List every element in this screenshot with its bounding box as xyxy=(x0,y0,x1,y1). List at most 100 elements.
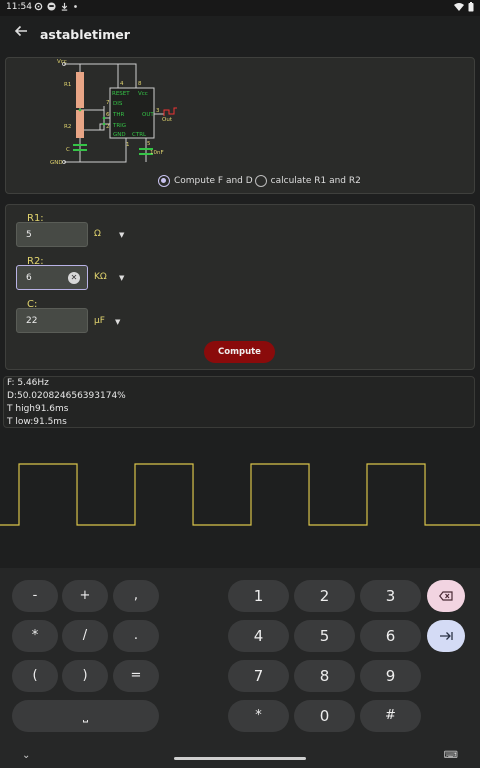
r1-unit-dropdown[interactable]: ▼ xyxy=(119,231,124,239)
key-5[interactable]: 5 xyxy=(294,620,355,652)
tab-key[interactable] xyxy=(427,620,465,652)
app-bar: astabletimer xyxy=(0,16,480,54)
back-arrow-icon[interactable] xyxy=(14,24,28,38)
tab-icon xyxy=(440,632,453,640)
square-waveform xyxy=(0,463,480,526)
pin-gnd-label: GND xyxy=(113,132,126,138)
radio-compute-f-d-label[interactable]: Compute F and D xyxy=(174,176,253,186)
c-field[interactable]: C: 22 xyxy=(16,299,88,333)
key-3[interactable]: 3 xyxy=(360,580,421,612)
key-space[interactable]: ⎵ xyxy=(12,700,159,732)
pin-out-label: OUT xyxy=(142,112,154,118)
status-left-icons xyxy=(34,2,78,11)
radio-calculate-r1-r2-label[interactable]: calculate R1 and R2 xyxy=(271,176,361,186)
radio-calculate-r1-r2[interactable] xyxy=(254,175,267,187)
r1-resistor xyxy=(76,72,84,108)
circuit-card: Vcc R1 R2 C GND 4 8 7 6 2 3 1 5 Out 10nF… xyxy=(5,57,475,194)
pin8-label: 8 xyxy=(138,81,142,87)
r1-field-label: R1: xyxy=(27,213,44,224)
c-unit: µF xyxy=(94,316,105,326)
pin5-label: 5 xyxy=(147,141,151,147)
c-label: C xyxy=(66,147,70,153)
battery-icon xyxy=(468,2,474,12)
results-card: F: 5.46Hz D:50.020824656393174% T high91… xyxy=(3,376,475,428)
r2-unit-dropdown[interactable]: ▼ xyxy=(119,274,124,282)
out-label: Out xyxy=(162,117,173,123)
keyboard: - + , * / . ( ) = ⎵ 1 2 3 4 5 6 7 8 9 * … xyxy=(0,568,480,768)
key-star[interactable]: * xyxy=(228,700,289,732)
app-root: 11:54 astabletimer Vcc R1 R2 C GND 4 8 7… xyxy=(0,0,480,768)
gnd-label: GND xyxy=(50,160,63,166)
pin-ctrl-label: CTRL xyxy=(132,132,147,138)
backspace-icon xyxy=(439,591,453,601)
result-duty-cycle: D:50.020824656393174% xyxy=(7,391,126,401)
key-0[interactable]: 0 xyxy=(294,700,355,732)
compute-button[interactable]: Compute xyxy=(204,341,275,363)
gear-icon xyxy=(34,2,43,11)
key-open-paren[interactable]: ( xyxy=(12,660,58,692)
result-t-low: T low:91.5ms xyxy=(7,417,67,427)
r1-unit: Ω xyxy=(94,229,101,239)
key-6[interactable]: 6 xyxy=(360,620,421,652)
key-plus[interactable]: + xyxy=(62,580,108,612)
key-multiply[interactable]: * xyxy=(12,620,58,652)
pin-reset-label: RESET xyxy=(112,91,130,97)
cap-value-label: 10nF xyxy=(150,150,164,156)
key-close-paren[interactable]: ) xyxy=(62,660,108,692)
keyboard-nav-bar: ⌄ ⌨ xyxy=(0,750,480,768)
pin2-label: 2 xyxy=(106,124,110,130)
key-7[interactable]: 7 xyxy=(228,660,289,692)
backspace-key[interactable] xyxy=(427,580,465,612)
status-time: 11:54 xyxy=(6,2,32,12)
key-equals[interactable]: = xyxy=(113,660,159,692)
key-hash[interactable]: # xyxy=(360,700,421,732)
circuit-diagram: Vcc R1 R2 C GND 4 8 7 6 2 3 1 5 Out 10nF… xyxy=(50,59,177,166)
r2-resistor xyxy=(76,110,84,138)
r2-field[interactable]: R2: 6 ✕ xyxy=(16,256,88,290)
key-comma[interactable]: , xyxy=(113,580,159,612)
radio-compute-f-d[interactable] xyxy=(158,175,170,187)
clear-icon[interactable]: ✕ xyxy=(68,272,80,284)
key-1[interactable]: 1 xyxy=(228,580,289,612)
pin6-label: 6 xyxy=(106,112,110,118)
status-bar: 11:54 xyxy=(0,0,480,16)
gesture-bar xyxy=(174,757,306,760)
pin7-label: 7 xyxy=(106,100,110,106)
r2-unit: KΩ xyxy=(94,272,107,282)
page-title: astabletimer xyxy=(40,27,130,42)
r1-field-value[interactable]: 5 xyxy=(26,230,32,240)
key-period[interactable]: . xyxy=(113,620,159,652)
r2-label: R2 xyxy=(64,124,71,130)
r1-field[interactable]: R1: 5 xyxy=(16,213,88,247)
key-divide[interactable]: / xyxy=(62,620,108,652)
key-4[interactable]: 4 xyxy=(228,620,289,652)
r2-field-value[interactable]: 6 xyxy=(26,273,32,283)
c-unit-dropdown[interactable]: ▼ xyxy=(115,318,120,326)
status-right-icons xyxy=(454,2,474,12)
result-frequency: F: 5.46Hz xyxy=(7,378,49,388)
c-field-label: C: xyxy=(27,299,38,310)
pin-trig-label: TRIG xyxy=(112,123,126,129)
r2-field-label: R2: xyxy=(27,256,44,267)
face-icon xyxy=(47,2,56,11)
waveform-line xyxy=(0,463,480,526)
r1-label: R1 xyxy=(64,82,71,88)
vcc-label: Vcc xyxy=(57,59,67,65)
mode-radio-group: Compute F and D calculate R1 and R2 xyxy=(158,175,361,187)
key-8[interactable]: 8 xyxy=(294,660,355,692)
key-9[interactable]: 9 xyxy=(360,660,421,692)
result-t-high: T high91.6ms xyxy=(7,404,69,414)
pin-dis-label: DIS xyxy=(113,101,123,107)
c-field-value[interactable]: 22 xyxy=(26,316,37,326)
pin-thr-label: THR xyxy=(112,112,124,118)
key-minus[interactable]: - xyxy=(12,580,58,612)
key-2[interactable]: 2 xyxy=(294,580,355,612)
pin4-label: 4 xyxy=(120,81,124,87)
keyboard-switch-icon[interactable]: ⌨ xyxy=(444,750,458,761)
dot-icon xyxy=(74,5,77,8)
pin-vcc-label: Vcc xyxy=(138,91,148,97)
hide-keyboard-icon[interactable]: ⌄ xyxy=(22,750,30,761)
download-icon xyxy=(61,2,68,11)
pin1-label: 1 xyxy=(126,142,130,148)
pin3-label: 3 xyxy=(156,108,160,114)
